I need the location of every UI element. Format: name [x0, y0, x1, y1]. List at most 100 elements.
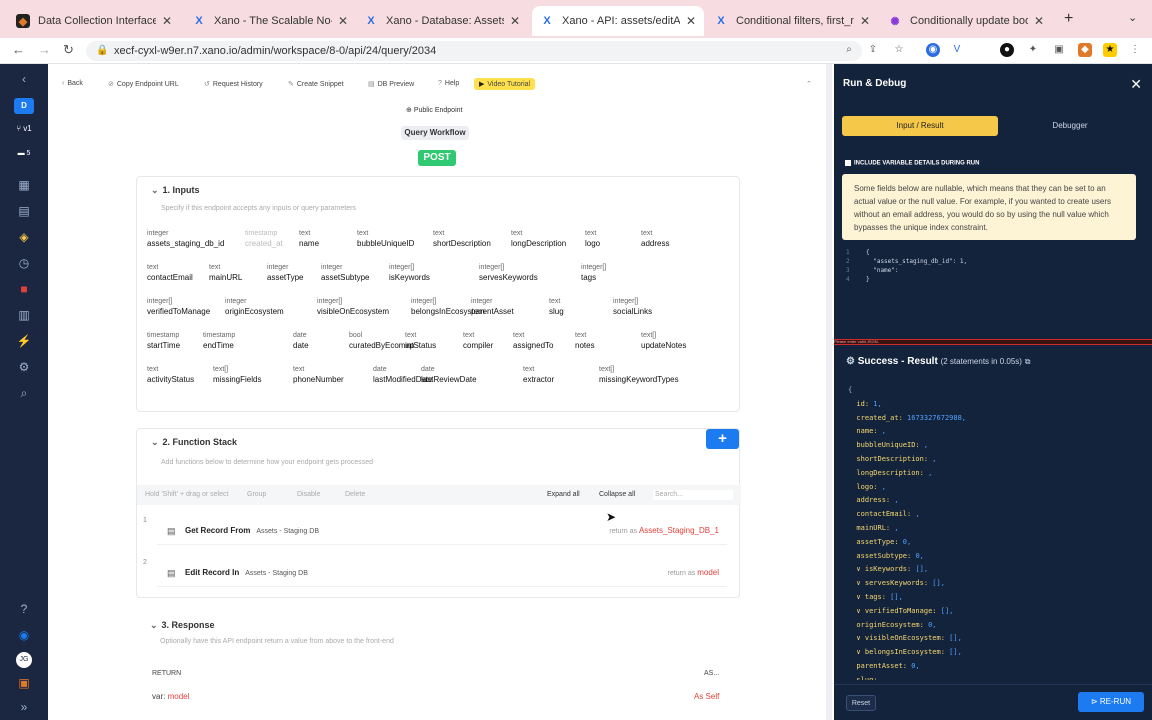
reset-button[interactable]: Reset — [846, 695, 876, 711]
api-icon[interactable]: ◈ — [14, 230, 34, 246]
extension-box-icon[interactable]: ▣ — [1052, 43, 1066, 57]
input-field[interactable]: text name — [299, 229, 319, 249]
inputs-title[interactable]: ⌄ 1. Inputs — [151, 185, 200, 196]
json-input-editor[interactable]: 1{2 "assets_staging_db_id": 1, 3 "name": 4… — [846, 248, 1136, 284]
collapse-toolbar-icon[interactable]: ⌃ — [806, 80, 812, 88]
return-variable-row[interactable]: var: model — [152, 692, 189, 701]
input-field[interactable]: text activityStatus — [147, 365, 194, 385]
copy-endpoint-url-button[interactable]: ⊘ Copy Endpoint URL — [108, 80, 179, 88]
browser-tab[interactable]: X Conditional filters, first_no ✕ — [706, 6, 878, 36]
new-tab-button[interactable]: + — [1064, 10, 1073, 28]
notification-icon[interactable]: ◉ — [14, 628, 34, 644]
input-field[interactable]: timestamp startTime — [147, 331, 180, 351]
reload-icon[interactable]: ↻ — [63, 42, 74, 58]
settings-gear-icon[interactable]: ⚙ — [14, 360, 34, 376]
tasks-count[interactable]: ▬ 5 — [14, 150, 34, 166]
browser-tab[interactable]: ◆ Data Collection Interface | ✕ — [8, 6, 180, 36]
dashboard-icon[interactable]: ▦ — [14, 178, 34, 194]
input-field[interactable]: text intStatus — [405, 331, 436, 351]
include-variable-details-checkbox[interactable]: INCLUDE VARIABLE DETAILS DURING RUN — [845, 160, 979, 167]
marketplace-icon[interactable]: ▥ — [14, 308, 34, 324]
search-input[interactable]: Search... — [653, 490, 733, 500]
input-field[interactable]: integer assetType — [267, 263, 303, 283]
input-field[interactable]: text mainURL — [209, 263, 242, 283]
input-field[interactable]: text[] missingFields — [213, 365, 261, 385]
input-field[interactable]: date lastReviewDate — [421, 365, 477, 385]
extension-orange-icon[interactable]: ◆ — [1078, 43, 1092, 57]
response-title[interactable]: ⌄ 3. Response — [150, 620, 215, 631]
function-step-get-record[interactable]: ▤ Get Record From Assets - Staging DB ret… — [157, 517, 727, 545]
rerun-button[interactable]: ⊳ RE-RUN — [1078, 692, 1144, 712]
input-field[interactable]: text contactEmail — [147, 263, 193, 283]
branch-version[interactable]: ⑂ v1 — [14, 124, 34, 140]
input-field[interactable]: text[] missingKeywordTypes — [599, 365, 679, 385]
input-field[interactable]: text[] updateNotes — [641, 331, 686, 351]
browser-menu-icon[interactable]: ⋮ — [1128, 43, 1142, 57]
help-button[interactable]: ? Help — [438, 80, 459, 87]
input-field[interactable]: timestamp endTime — [203, 331, 235, 351]
workspace-badge[interactable]: D — [14, 98, 34, 114]
return-variable[interactable]: Assets_Staging_DB_1 — [639, 526, 719, 535]
back-button[interactable]: ‹ Back — [62, 80, 83, 87]
collapse-chevron-icon[interactable]: ‹ — [14, 72, 34, 88]
input-field[interactable]: text phoneNumber — [293, 365, 344, 385]
input-field[interactable]: text longDescription — [511, 229, 566, 249]
profile-avatar-icon[interactable]: ★ — [1103, 43, 1117, 57]
share-icon[interactable]: ⇪ — [866, 43, 880, 57]
video-tutorial-button[interactable]: ▶ Video Tutorial — [474, 78, 536, 90]
extension-record-icon[interactable]: ● — [1000, 43, 1014, 57]
input-field[interactable]: integer[] socialLinks — [613, 297, 652, 317]
close-tab-icon[interactable]: ✕ — [1028, 14, 1044, 28]
back-arrow-icon[interactable]: ← — [12, 42, 25, 57]
input-field[interactable]: text bubbleUniqueID — [357, 229, 414, 249]
editor-scrollbar[interactable] — [826, 64, 832, 720]
input-field[interactable]: integer originEcosystem — [225, 297, 284, 317]
close-tab-icon[interactable]: ✕ — [156, 14, 172, 28]
input-field[interactable]: integer[] verifiedToManage — [147, 297, 210, 317]
input-field[interactable]: integer assets_staging_db_id — [147, 229, 224, 249]
help-icon[interactable]: ? — [14, 602, 34, 618]
delete-button[interactable]: Delete — [345, 491, 365, 498]
input-field[interactable]: text notes — [575, 331, 595, 351]
add-function-button[interactable]: + — [706, 429, 739, 449]
search-icon[interactable]: ⌕ — [14, 386, 34, 402]
extension-icon[interactable]: ◉ — [926, 43, 940, 57]
input-field[interactable]: integer[] isKeywords — [389, 263, 430, 283]
tab-menu-chevron-icon[interactable]: ⌄ — [1128, 11, 1137, 24]
group-button[interactable]: Group — [247, 491, 266, 498]
browser-tab[interactable]: X Xano - Database: Assets ✕ — [356, 6, 528, 36]
function-stack-title[interactable]: ⌄ 2. Function Stack — [151, 437, 237, 448]
history-icon[interactable]: ◷ — [14, 256, 34, 272]
return-as-value[interactable]: As Self — [694, 692, 719, 701]
input-field[interactable]: timestamp created_at — [245, 229, 283, 249]
input-field[interactable]: text compiler — [463, 331, 493, 351]
input-field[interactable]: date date — [293, 331, 309, 351]
create-snippet-button[interactable]: ✎ Create Snippet — [288, 80, 344, 88]
checkbox-box[interactable] — [845, 160, 851, 166]
extensions-puzzle-icon[interactable]: ✦ — [1026, 43, 1040, 57]
input-field[interactable]: integer parentAsset — [471, 297, 514, 317]
copy-icon[interactable]: ⧉ — [1025, 357, 1031, 366]
result-json-viewer[interactable]: { id: 1, created_at: 1673327672988, name… — [848, 384, 1138, 680]
close-icon[interactable]: ✕ — [1130, 76, 1142, 93]
close-tab-icon[interactable]: ✕ — [504, 14, 520, 28]
browser-tab[interactable]: X Xano - API: assets/editAss ✕ — [532, 6, 704, 36]
input-field[interactable]: integer[] servesKeywords — [479, 263, 538, 283]
expand-chevron-icon[interactable]: » — [14, 700, 34, 716]
input-field[interactable]: text slug — [549, 297, 564, 317]
extension-v-icon[interactable]: V — [950, 43, 964, 57]
http-method-badge[interactable]: POST — [418, 150, 456, 166]
input-field[interactable]: text logo — [585, 229, 600, 249]
database-icon[interactable]: ▤ — [14, 204, 34, 220]
expand-all-button[interactable]: Expand all — [547, 491, 580, 498]
url-field[interactable]: 🔒 xecf-cyxl-w9er.n7.xano.io/admin/worksp… — [86, 41, 862, 61]
return-variable[interactable]: model — [697, 568, 719, 577]
db-preview-button[interactable]: ▤ DB Preview — [368, 80, 414, 88]
input-field[interactable]: text extractor — [523, 365, 554, 385]
gift-icon[interactable]: ▣ — [14, 676, 34, 692]
input-field[interactable]: integer[] visibleOnEcosystem — [317, 297, 389, 317]
lambda-icon[interactable]: ⚡ — [14, 334, 34, 350]
close-tab-icon[interactable]: ✕ — [680, 14, 696, 28]
tasks-icon[interactable]: ■ — [14, 282, 34, 298]
input-field[interactable]: text address — [641, 229, 669, 249]
